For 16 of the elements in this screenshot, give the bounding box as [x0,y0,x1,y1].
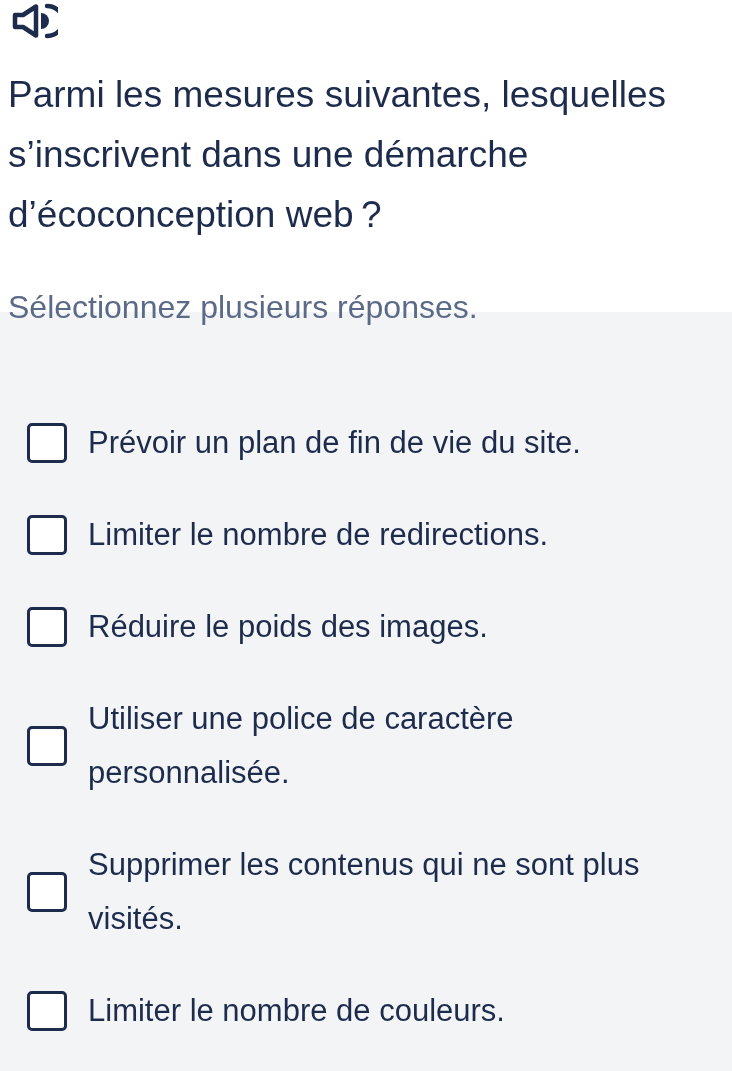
question-text: Parmi les mesures suivantes, lesquelles s’inscrivent dans une démarche d’écoconception web ? [7,73,668,237]
option-label: Limiter le nombre de couleurs. [88,992,505,1030]
speaker-button[interactable] [12,3,58,39]
instruction-text: Sélectionnez plusieurs réponses. [7,288,479,327]
checkbox[interactable] [27,726,67,766]
speaker-icon [12,3,58,39]
checkbox[interactable] [27,423,67,463]
checkbox[interactable] [27,515,67,555]
checkbox[interactable] [27,991,67,1031]
option-label: Utiliser une police de caractère personnalisée. [88,700,515,792]
option-label: Supprimer les contenus qui ne sont plus visités. [88,846,641,938]
option-label: Limiter le nombre de redirections. [88,516,549,554]
option-label: Prévoir un plan de fin de vie du site. [88,424,581,462]
checkbox[interactable] [27,607,67,647]
checkbox[interactable] [27,872,67,912]
option-label: Réduire le poids des images. [88,608,488,646]
